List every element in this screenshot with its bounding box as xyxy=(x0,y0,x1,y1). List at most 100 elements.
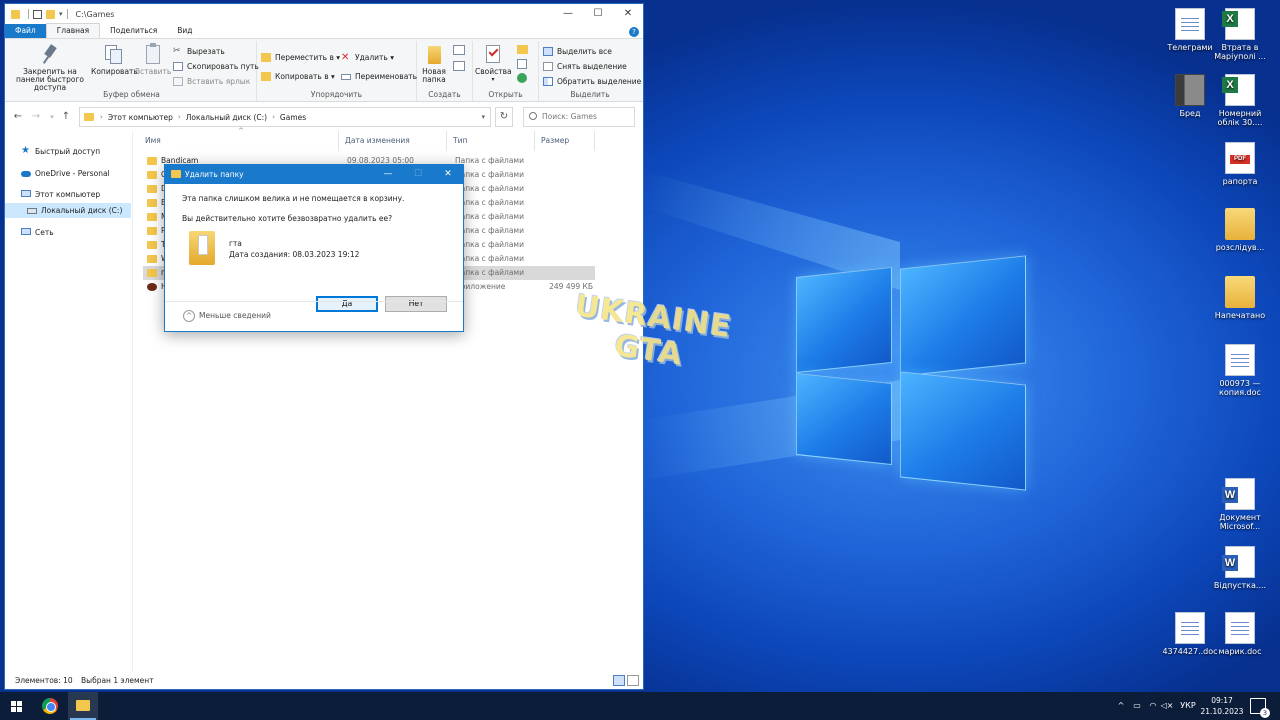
desktop-icon[interactable]: розслідув... xyxy=(1208,208,1272,252)
edit-icon[interactable] xyxy=(517,59,527,69)
large-icons-view-button[interactable] xyxy=(627,675,639,686)
chevron-up-icon[interactable]: ^ xyxy=(183,310,195,322)
copy-to-button[interactable]: Копировать в ▾ xyxy=(261,70,335,83)
windows-icon xyxy=(11,701,22,712)
column-size[interactable]: Размер xyxy=(537,131,595,151)
desktop-icon[interactable]: Втрата в Маріуполі ... xyxy=(1208,8,1272,61)
drive-icon xyxy=(27,208,37,214)
delete-button[interactable]: ✕ Удалить ▾ xyxy=(341,51,394,64)
desktop-icon[interactable]: Напечатано xyxy=(1208,276,1272,320)
nav-local-disk[interactable]: Локальный диск (C:) xyxy=(5,203,131,218)
folder-icon xyxy=(189,231,215,265)
ribbon: Закрепить на панели быстрого доступа Коп… xyxy=(5,38,643,102)
recent-locations-button[interactable]: ▾ xyxy=(45,109,59,125)
language-indicator[interactable]: УКР xyxy=(1178,692,1198,720)
clock-time: 09:17 xyxy=(1211,696,1233,705)
new-item-icon[interactable] xyxy=(453,45,465,55)
dialog-close-button[interactable]: ✕ xyxy=(433,165,463,184)
chevron-up-icon[interactable]: ^ xyxy=(1114,692,1128,720)
folder-icon xyxy=(171,170,181,178)
column-date[interactable]: Дата изменения xyxy=(341,131,447,151)
notification-center-icon[interactable]: 3 xyxy=(1250,698,1270,718)
folder-icon xyxy=(147,269,157,277)
tab-file[interactable]: Файл xyxy=(5,24,46,38)
folder-icon xyxy=(147,213,157,221)
copy-button[interactable]: Копировать xyxy=(91,43,138,76)
explorer-titlebar[interactable]: ▾ C:\Games xyxy=(5,4,643,24)
battery-icon[interactable]: ▭ xyxy=(1130,692,1144,720)
folder-icon xyxy=(147,241,157,249)
group-caption: Упорядочить xyxy=(310,90,363,99)
explorer-taskbar-button[interactable] xyxy=(68,692,98,720)
logo-pane xyxy=(796,372,892,466)
desktop-icon[interactable]: Документ Microsof... xyxy=(1208,478,1272,531)
tab-view[interactable]: Вид xyxy=(167,24,202,38)
wifi-icon[interactable]: ◠ xyxy=(1146,692,1160,720)
open-folder-icon[interactable] xyxy=(517,45,528,54)
maximize-button[interactable]: ☐ xyxy=(583,4,613,24)
dialog-maximize-button[interactable]: ☐ xyxy=(403,165,433,184)
pin-quick-access-button[interactable]: Закрепить на панели быстрого доступа xyxy=(11,43,89,92)
chrome-icon xyxy=(42,698,58,714)
address-bar[interactable]: › Этот компьютер › Локальный диск (C:) ›… xyxy=(79,107,491,127)
start-button[interactable] xyxy=(0,692,32,720)
move-to-button[interactable]: Переместить в ▾ xyxy=(261,51,340,64)
nav-this-pc[interactable]: Этот компьютер xyxy=(5,187,131,202)
column-type[interactable]: Тип xyxy=(449,131,535,151)
folder-icon xyxy=(11,9,20,19)
properties-button[interactable]: Свойства ▾ xyxy=(475,43,512,84)
properties-quick-icon[interactable] xyxy=(33,9,42,19)
desktop-icon[interactable]: 000973 — копия.doc xyxy=(1208,344,1272,397)
tab-home[interactable]: Главная xyxy=(45,23,101,38)
folder-icon xyxy=(147,157,157,165)
volume-icon[interactable]: ◁× xyxy=(1160,692,1174,720)
back-button[interactable]: ← xyxy=(11,109,25,125)
cut-button[interactable]: ✂ Вырезать xyxy=(173,45,225,58)
tab-share[interactable]: Поделиться xyxy=(100,24,167,38)
minimize-button[interactable]: — xyxy=(553,4,583,24)
paste-shortcut-button[interactable]: Вставить ярлык xyxy=(173,75,250,88)
breadcrumb-this-pc[interactable]: Этот компьютер xyxy=(108,113,173,122)
select-group: Выделить все Снять выделение Обратить вы… xyxy=(539,41,641,101)
select-none-button[interactable]: Снять выделение xyxy=(543,60,627,73)
dialog-minimize-button[interactable]: — xyxy=(373,165,403,184)
search-input[interactable]: Поиск: Games xyxy=(523,107,635,127)
refresh-button[interactable]: ↻ xyxy=(495,107,513,127)
new-folder-quick-icon[interactable] xyxy=(46,9,55,19)
desktop-icon[interactable]: Номерний облік 30.... xyxy=(1208,74,1272,127)
column-headers: ^ Имя Дата изменения Тип Размер xyxy=(141,127,641,151)
dialog-title: Удалить папку xyxy=(185,170,244,179)
new-folder-button[interactable]: Новая папка xyxy=(419,43,449,84)
copy-path-button[interactable]: Скопировать путь xyxy=(173,60,259,73)
less-details-toggle[interactable]: Меньше сведений xyxy=(199,311,271,320)
easy-access-icon[interactable] xyxy=(453,61,465,71)
rename-button[interactable]: Переименовать xyxy=(341,70,417,83)
details-view-button[interactable] xyxy=(613,675,625,686)
up-button[interactable]: ↑ xyxy=(59,109,73,125)
computer-icon xyxy=(21,190,31,197)
chevron-down-icon[interactable]: ▾ xyxy=(59,10,63,18)
nav-onedrive[interactable]: OneDrive - Personal xyxy=(5,166,131,181)
clock[interactable]: 09:17 21.10.2023 xyxy=(1198,695,1246,717)
desktop-icon[interactable]: марик.doc xyxy=(1208,612,1272,656)
pin-icon xyxy=(39,43,61,65)
desktop-icon[interactable]: Відпустка.... xyxy=(1208,546,1272,590)
close-button[interactable]: ✕ xyxy=(613,4,643,24)
help-button[interactable]: ? xyxy=(629,27,639,37)
breadcrumb-local-disk[interactable]: Локальный диск (C:) xyxy=(186,113,267,122)
nav-quick-access[interactable]: ★ Быстрый доступ xyxy=(5,144,131,159)
history-icon[interactable] xyxy=(517,73,527,83)
breadcrumb-games[interactable]: Games xyxy=(280,113,306,122)
invert-selection-button[interactable]: Обратить выделение xyxy=(543,75,641,88)
select-all-button[interactable]: Выделить все xyxy=(543,45,612,58)
chevron-down-icon[interactable]: ▾ xyxy=(481,113,485,121)
paste-button[interactable]: Вставить xyxy=(135,43,171,76)
desktop-icon[interactable]: рапорта xyxy=(1208,142,1272,186)
column-name[interactable]: Имя xyxy=(141,131,339,151)
address-row: ← → ▾ ↑ › Этот компьютер › Локальный дис… xyxy=(5,104,643,130)
chrome-taskbar-button[interactable] xyxy=(36,692,64,720)
nav-network[interactable]: Сеть xyxy=(5,225,131,240)
excel-icon xyxy=(1222,8,1255,40)
forward-button[interactable]: → xyxy=(29,109,43,125)
word-icon xyxy=(1222,478,1255,510)
